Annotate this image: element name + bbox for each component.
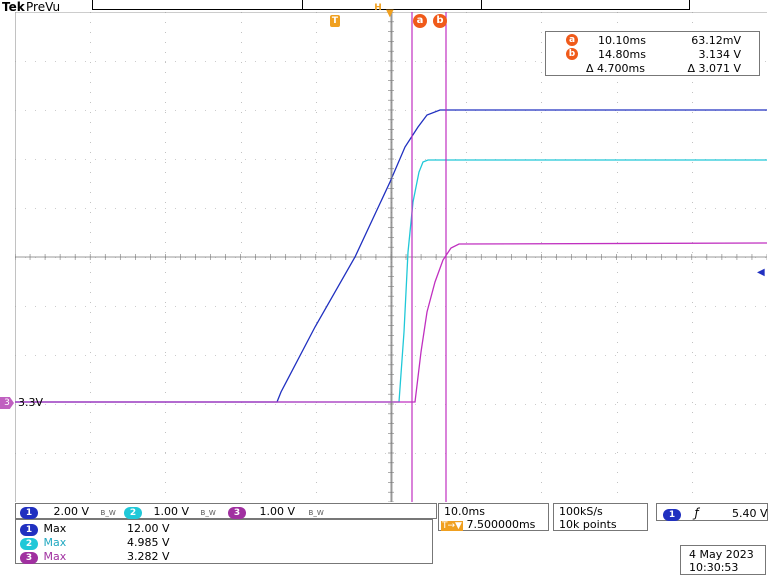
time-label: 10:30:53 bbox=[689, 561, 739, 574]
ch2-scale: 1.00 V bbox=[153, 505, 190, 518]
measurement-row[interactable]: 2 Max 4.985 V bbox=[20, 536, 170, 550]
timebase-position: 7.500000ms bbox=[466, 518, 536, 531]
meas2-channel-badge: 2 bbox=[20, 538, 38, 550]
ch2-bw-limit-icon: B_W bbox=[200, 509, 216, 517]
cursor-readout-panel: a 10.10ms 63.12mV b 14.80ms 3.134 V Δ 4.… bbox=[545, 31, 760, 76]
cursor-b-marker[interactable]: b bbox=[433, 14, 447, 28]
meas3-name: Max bbox=[43, 550, 67, 563]
cursor-b-value: 3.134 V bbox=[698, 48, 741, 61]
date-label: 4 May 2023 bbox=[689, 548, 754, 561]
trigger-level-arrow-icon[interactable]: ◀ bbox=[757, 268, 769, 278]
cursor-delta-time: Δ 4.700ms bbox=[586, 62, 645, 75]
ch3-ground-marker[interactable]: 3 bbox=[0, 397, 14, 409]
sample-rate: 100kS/s bbox=[559, 505, 603, 518]
ch3-bw-limit-icon: B_W bbox=[308, 509, 324, 517]
measurements-panel: 1 Max 12.00 V 2 Max 4.985 V 3 Max 3.282 … bbox=[15, 519, 433, 564]
horizontal-position-marker[interactable]: H bbox=[372, 3, 384, 13]
meas1-value: 12.00 V bbox=[127, 522, 170, 535]
trigger-panel[interactable]: 1 ƒ 5.40 V bbox=[656, 503, 768, 521]
graticule-grid bbox=[15, 12, 767, 502]
cursor-a-badge: a bbox=[566, 34, 578, 46]
timebase-scale: 10.0ms bbox=[444, 505, 485, 518]
acquisition-panel[interactable]: 100kS/s 10k points bbox=[553, 503, 648, 531]
meas1-channel-badge: 1 bbox=[20, 524, 38, 536]
meas1-name: Max bbox=[43, 522, 67, 535]
ch2-badge: 2 bbox=[124, 507, 142, 519]
ch1-badge: 1 bbox=[20, 507, 38, 519]
cursor-delta-value: Δ 3.071 V bbox=[687, 62, 741, 75]
cursor-a-time: 10.10ms bbox=[598, 34, 646, 47]
ch3-badge: 3 bbox=[228, 507, 246, 519]
ch1-scale: 2.00 V bbox=[53, 505, 90, 518]
waveform-display[interactable] bbox=[15, 12, 767, 502]
trigger-position-marker[interactable]: T bbox=[330, 15, 340, 27]
ch2-settings[interactable]: 2 1.00 V B_W bbox=[124, 505, 216, 519]
meas3-value: 3.282 V bbox=[127, 550, 170, 563]
channel-settings-bar: 1 2.00 V B_W 2 1.00 V B_W 3 1.00 V B_W bbox=[15, 503, 437, 519]
ch3-ground-level: 3.3V bbox=[18, 396, 44, 409]
record-length: 10k points bbox=[559, 518, 617, 531]
meas2-name: Max bbox=[43, 536, 67, 549]
ch1-bw-limit-icon: B_W bbox=[100, 509, 116, 517]
trigger-level: 5.40 V bbox=[732, 507, 768, 520]
cursor-a-marker[interactable]: a bbox=[413, 14, 427, 28]
measurement-row[interactable]: 3 Max 3.282 V bbox=[20, 550, 170, 564]
cursor-b-time: 14.80ms bbox=[598, 48, 646, 61]
meas2-value: 4.985 V bbox=[127, 536, 170, 549]
ch3-settings[interactable]: 3 1.00 V B_W bbox=[228, 505, 324, 519]
measurement-row[interactable]: 1 Max 12.00 V bbox=[20, 522, 170, 536]
horizontal-position-arrow-icon: ▼ bbox=[386, 8, 394, 19]
meas3-channel-badge: 3 bbox=[20, 552, 38, 564]
cursor-a-value: 63.12mV bbox=[691, 34, 741, 47]
timebase-panel[interactable]: 10.0ms T→▼ 7.500000ms bbox=[438, 503, 549, 531]
datetime-panel: 4 May 2023 10:30:53 bbox=[680, 545, 766, 575]
ch1-settings[interactable]: 1 2.00 V B_W bbox=[20, 505, 116, 519]
ch3-scale: 1.00 V bbox=[259, 505, 296, 518]
trigger-source-badge: 1 bbox=[663, 509, 681, 521]
trigger-position-icon: T→▼ bbox=[441, 521, 463, 531]
rising-edge-icon: ƒ bbox=[694, 506, 699, 520]
cursor-b-badge: b bbox=[566, 48, 578, 60]
